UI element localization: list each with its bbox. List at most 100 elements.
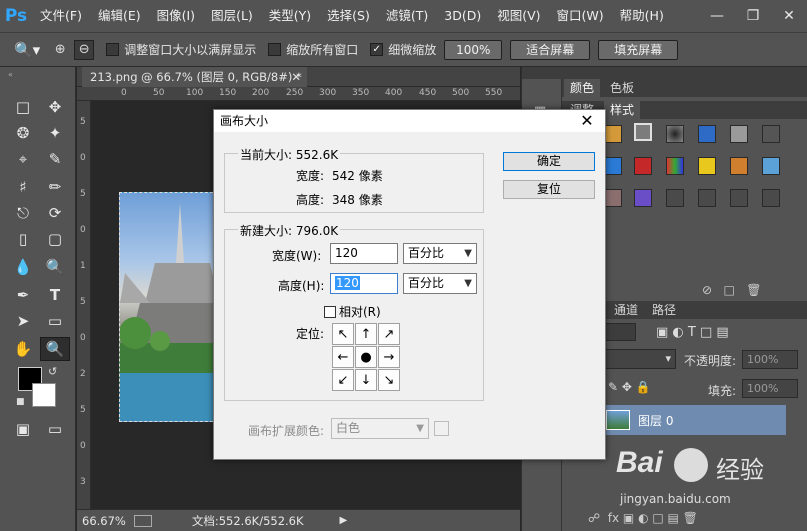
zoom-out-icon[interactable]: ⊖ [74,39,95,60]
blur-tool-icon[interactable]: 💧 [8,255,38,279]
zoom-level[interactable]: 66.67% [82,514,126,528]
status-icon[interactable] [133,514,152,527]
anchor-top-icon[interactable]: ↑ [355,323,377,345]
restore-icon[interactable]: ❐ [735,0,771,32]
extension-color-swatch[interactable] [434,421,449,436]
eyedropper-icon[interactable]: ✎ [40,147,70,171]
history-brush-icon[interactable]: ⟳ [40,201,70,225]
marquee-tool-icon[interactable]: □ [8,95,38,119]
tab-color[interactable]: 颜色 [564,79,601,97]
gradient-tool-icon[interactable]: ▢ [40,227,70,251]
style-swatch[interactable] [666,157,684,175]
anchor-left-icon[interactable]: ← [332,346,354,368]
document-image[interactable] [119,192,218,422]
zoom-tool-active-icon[interactable]: 🔍 [40,337,70,361]
crop-tool-icon[interactable]: ⌖ [8,147,38,171]
style-swatch[interactable] [604,157,622,175]
magic-wand-icon[interactable]: ✦ [40,121,70,145]
menu-image[interactable]: 图像(I) [149,0,203,32]
anchor-bottom-icon[interactable]: ↓ [355,369,377,391]
dialog-close-icon[interactable]: ✕ [577,110,597,132]
opacity-input[interactable]: 100% [742,350,798,369]
layer-filter-icons[interactable]: ▣ ◐ T □ ▤ [656,325,729,340]
swap-colors-icon[interactable]: ↺ [48,365,57,378]
fit-screen-button[interactable]: 适合屏幕 [510,39,591,60]
anchor-center-icon[interactable]: ● [355,346,377,368]
style-swatch[interactable] [698,189,716,207]
menu-file[interactable]: 文件(F) [32,0,90,32]
menu-edit[interactable]: 编辑(E) [90,0,149,32]
menu-filter[interactable]: 滤镜(T) [378,0,436,32]
menu-select[interactable]: 选择(S) [319,0,378,32]
menu-3d[interactable]: 3D(D) [436,0,489,32]
anchor-bottom-left-icon[interactable]: ↙ [332,369,354,391]
healing-brush-icon[interactable]: ♯ [8,175,38,199]
tab-styles[interactable]: 样式 [604,101,641,119]
style-swatch[interactable] [730,189,748,207]
stamp-tool-icon[interactable]: ⎋ [8,201,38,225]
lasso-tool-icon[interactable]: ❂ [8,121,38,145]
fill-screen-button[interactable]: 填充屏幕 [598,39,679,60]
close-tab-icon[interactable]: ✕ [291,67,301,87]
tab-paths[interactable]: 路径 [646,301,682,319]
menu-type[interactable]: 类型(Y) [261,0,319,32]
style-swatch[interactable] [762,189,780,207]
dodge-tool-icon[interactable]: 🔍 [40,255,70,279]
default-colors-icon[interactable]: ■ [16,397,25,407]
fill-input[interactable]: 100% [742,379,798,398]
style-swatch[interactable] [762,157,780,175]
menu-help[interactable]: 帮助(H) [612,0,672,32]
menu-view[interactable]: 视图(V) [489,0,548,32]
anchor-right-icon[interactable]: → [378,346,400,368]
style-swatch[interactable] [762,125,780,143]
document-tab[interactable]: 213.png @ 66.7% (图层 0, RGB/8#) * ✕ [82,67,307,87]
style-swatch[interactable] [698,125,716,143]
eraser-tool-icon[interactable]: ▯ [8,227,38,251]
style-swatch[interactable] [730,125,748,143]
brush-tool-icon[interactable]: ✏ [40,175,70,199]
close-window-icon[interactable]: ✕ [771,0,807,32]
extension-color-select[interactable]: 白色 ▼ [331,418,429,439]
quick-mask-icon[interactable]: ▣ [8,417,38,441]
type-tool-icon[interactable]: T [40,283,70,307]
tab-channels[interactable]: 通道 [608,301,644,319]
relative-checkbox-box[interactable] [324,305,336,318]
style-swatch[interactable] [634,123,652,141]
anchor-top-left-icon[interactable]: ↖ [332,323,354,345]
screen-mode-icon[interactable]: ▭ [40,417,70,441]
relative-checkbox[interactable]: 相对(R) [324,303,381,320]
rectangle-tool-icon[interactable]: ▭ [40,309,70,333]
tab-swatches[interactable]: 色板 [604,79,640,97]
menu-layer[interactable]: 图层(L) [203,0,261,32]
new-width-input[interactable]: 120 [330,243,398,264]
hand-tool-icon[interactable]: ✋ [8,337,38,361]
anchor-bottom-right-icon[interactable]: ↘ [378,369,400,391]
style-swatch[interactable] [634,157,652,175]
pen-tool-icon[interactable]: ✒ [8,283,38,307]
style-swatch[interactable] [730,157,748,175]
style-swatch[interactable] [604,189,622,207]
scrubby-zoom-checkbox[interactable]: ✓ 细微缩放 [370,41,436,58]
menu-window[interactable]: 窗口(W) [549,0,612,32]
zoom-in-icon[interactable]: ⊕ [50,40,70,60]
style-swatch[interactable] [604,125,622,143]
style-swatch[interactable] [698,157,716,175]
lock-icons[interactable]: ✎ ✥ 🔒 [608,380,651,394]
minimize-icon[interactable]: — [699,0,735,32]
style-panel-footer-icons[interactable]: ⊘ □ 🗑 [702,283,762,297]
style-swatch[interactable] [634,189,652,207]
new-height-input[interactable]: 120 [330,273,398,294]
style-swatch[interactable] [666,189,684,207]
anchor-top-right-icon[interactable]: ↗ [378,323,400,345]
style-swatch[interactable] [666,125,684,143]
background-color-swatch[interactable] [32,383,56,407]
layer-row-layer-0[interactable]: 图层 0 [598,405,786,435]
zoom-100-button[interactable]: 100% [444,39,503,60]
path-select-icon[interactable]: ➤ [8,309,38,333]
collapse-toolbar-icon[interactable]: « [8,70,13,79]
resize-windows-checkbox[interactable]: 调整窗口大小以满屏显示 [106,41,256,58]
height-unit-select[interactable]: 百分比 ▼ [403,273,477,294]
zoom-tool-icon[interactable]: 🔍▾ [14,41,40,59]
status-menu-arrow-icon[interactable]: ▶ [340,515,348,526]
zoom-all-windows-checkbox[interactable]: 缩放所有窗口 [268,41,358,58]
